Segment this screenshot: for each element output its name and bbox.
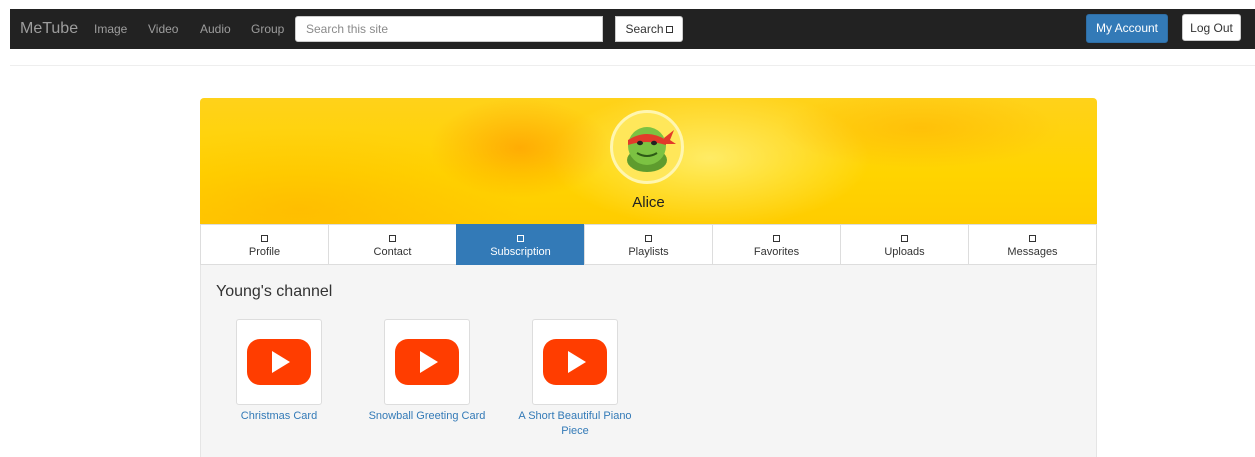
profile-banner: Alice <box>200 98 1097 224</box>
profile-icon <box>261 235 268 242</box>
video-title-link[interactable]: Christmas Card <box>204 409 354 424</box>
tab-label: Profile <box>248 246 281 258</box>
video-thumbnail[interactable] <box>384 319 470 405</box>
search-button-label: Search <box>625 22 664 36</box>
nav-link-audio[interactable]: Audio <box>200 9 231 49</box>
video-title-link[interactable]: Snowball Greeting Card <box>352 409 502 424</box>
video-card: Christmas Card <box>204 319 354 424</box>
uploads-icon <box>901 235 908 242</box>
playlists-icon <box>645 235 652 242</box>
tab-favorites[interactable]: Favorites <box>712 224 841 265</box>
subscription-icon <box>517 235 524 242</box>
nav-link-group[interactable]: Group <box>251 9 284 49</box>
profile-name: Alice <box>632 194 665 211</box>
my-account-button[interactable]: My Account <box>1086 14 1168 43</box>
play-icon <box>247 339 311 385</box>
subscription-panel: Young's channel Christmas Card Snowball … <box>200 265 1097 457</box>
search-button[interactable]: Search <box>615 16 683 42</box>
play-icon <box>543 339 607 385</box>
log-out-button[interactable]: Log Out <box>1182 14 1241 41</box>
turtle-avatar-icon <box>627 127 676 172</box>
tab-profile[interactable]: Profile <box>200 224 329 265</box>
search-input[interactable] <box>295 16 603 42</box>
channel-title[interactable]: Young's channel <box>216 283 332 301</box>
video-title-link[interactable]: A Short Beautiful Piano Piece <box>500 409 650 439</box>
nav-link-image[interactable]: Image <box>94 9 127 49</box>
tab-label: Contact <box>373 246 412 258</box>
tab-subscription[interactable]: Subscription <box>456 224 585 265</box>
tab-uploads[interactable]: Uploads <box>840 224 969 265</box>
video-thumbnail[interactable] <box>532 319 618 405</box>
messages-icon <box>1029 235 1036 242</box>
tab-label: Favorites <box>753 246 800 258</box>
profile-tabs: Profile Contact Subscription Playlists F… <box>200 224 1097 265</box>
search-icon <box>665 26 673 34</box>
video-card: A Short Beautiful Piano Piece <box>500 319 650 439</box>
contact-icon <box>389 235 396 242</box>
tab-label: Messages <box>1007 246 1058 258</box>
tab-label: Playlists <box>628 246 669 258</box>
video-card: Snowball Greeting Card <box>352 319 502 424</box>
tab-label: Subscription <box>490 246 551 258</box>
play-icon <box>395 339 459 385</box>
tab-playlists[interactable]: Playlists <box>584 224 713 265</box>
tab-label: Uploads <box>884 246 925 258</box>
brand-logo[interactable]: MeTube <box>20 9 78 49</box>
favorites-icon <box>773 235 780 242</box>
tab-messages[interactable]: Messages <box>968 224 1097 265</box>
divider <box>10 65 1255 66</box>
avatar[interactable] <box>610 110 684 184</box>
top-navbar: MeTube Image Video Audio Group Search My… <box>10 9 1255 49</box>
nav-link-video[interactable]: Video <box>148 9 178 49</box>
video-thumbnail[interactable] <box>236 319 322 405</box>
tab-contact[interactable]: Contact <box>328 224 457 265</box>
